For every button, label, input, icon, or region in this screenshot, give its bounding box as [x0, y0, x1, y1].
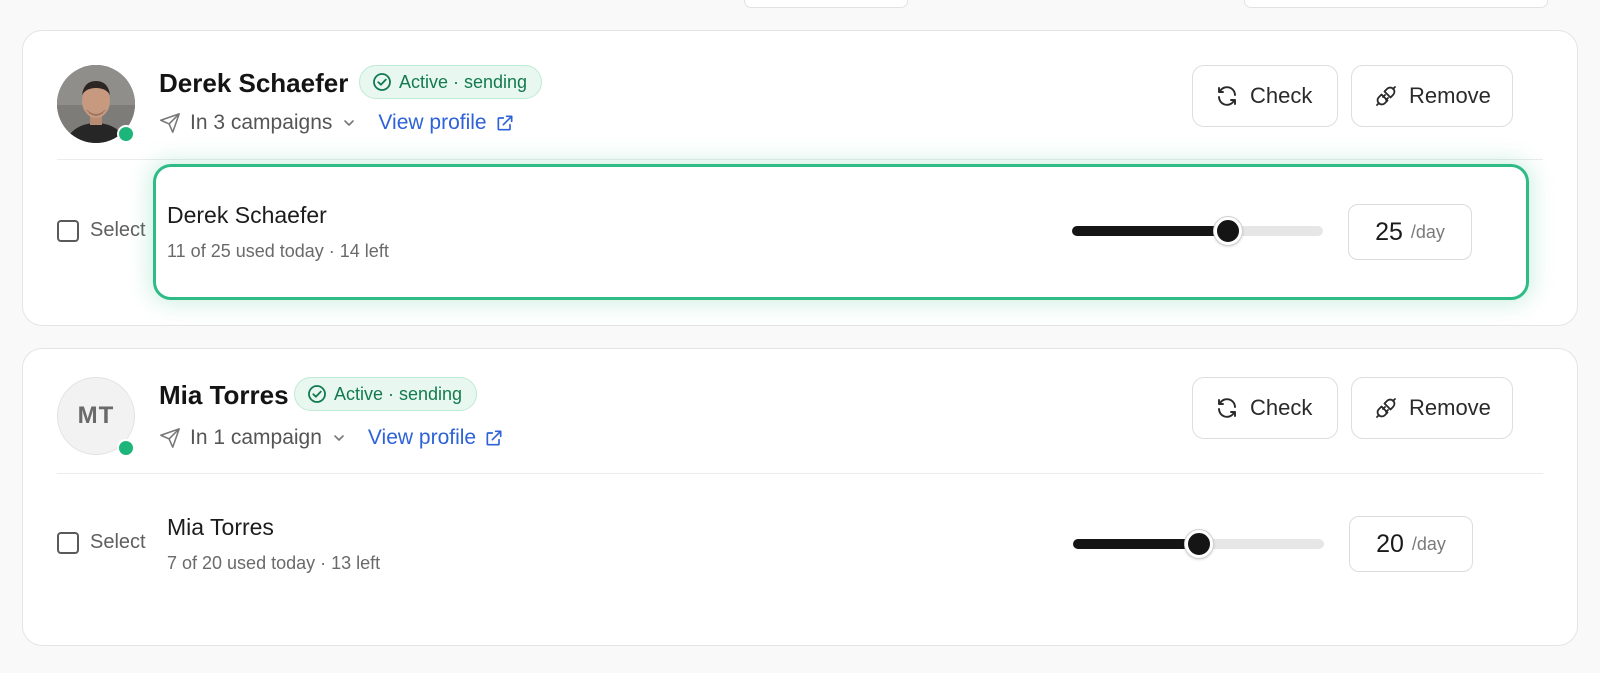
view-profile-link[interactable]: View profile — [368, 426, 504, 450]
check-button-label: Check — [1250, 83, 1313, 108]
account-name: Derek Schaefer — [159, 68, 349, 98]
daily-limit-slider[interactable] — [1073, 530, 1324, 558]
unplug-icon — [1376, 86, 1396, 106]
sender-name: Mia Torres — [167, 514, 274, 540]
daily-limit-slider[interactable] — [1072, 217, 1323, 245]
slider-thumb[interactable] — [1213, 217, 1242, 245]
chevron-down-icon[interactable] — [332, 431, 346, 445]
unplug-icon — [1376, 398, 1396, 418]
divider — [57, 159, 1543, 160]
select-checkbox-row[interactable]: Select — [57, 219, 146, 242]
status-badge: Active · sending — [359, 65, 543, 99]
remove-button-label: Remove — [1409, 395, 1491, 420]
check-badge-icon — [308, 385, 326, 403]
usage-summary: 7 of 20 used today · 13 left — [167, 553, 381, 573]
remove-button[interactable]: Remove — [1351, 377, 1513, 439]
select-label: Select — [90, 531, 146, 553]
top-partial-control-left — [744, 0, 908, 8]
external-link-icon — [486, 430, 502, 446]
slider-fill — [1072, 226, 1228, 236]
account-card-mia: MT Mia Torres Active · sending In 1 camp… — [22, 348, 1578, 646]
send-icon — [160, 113, 180, 133]
check-button[interactable]: Check — [1192, 65, 1338, 127]
select-label: Select — [90, 219, 146, 241]
daily-limit-input[interactable]: 25 /day — [1348, 204, 1472, 260]
refresh-icon — [1218, 398, 1236, 418]
account-name: Mia Torres — [159, 380, 289, 410]
daily-limit-value: 20 — [1376, 529, 1404, 558]
daily-limit-input[interactable]: 20 /day — [1349, 516, 1473, 572]
status-badge-label: Active · sending — [399, 71, 528, 92]
campaign-meta: In 1 campaign View profile — [159, 426, 504, 450]
online-status-dot — [117, 439, 135, 457]
sender-row-highlighted: Derek Schaefer 11 of 25 used today · 14 … — [153, 164, 1529, 300]
view-profile-label: View profile — [367, 426, 477, 449]
select-checkbox[interactable] — [57, 531, 79, 554]
slider-fill — [1073, 539, 1199, 549]
campaign-meta: In 3 campaigns View profile — [159, 111, 515, 135]
status-badge: Active · sending — [294, 377, 478, 411]
chevron-down-icon[interactable] — [342, 116, 356, 130]
view-profile-link[interactable]: View profile — [378, 111, 514, 135]
daily-limit-value: 25 — [1375, 217, 1403, 246]
view-profile-label: View profile — [378, 111, 487, 134]
divider — [57, 473, 1543, 474]
check-badge-icon — [373, 73, 391, 91]
top-partial-control-right — [1244, 0, 1548, 8]
daily-limit-unit: /day — [1411, 533, 1446, 554]
remove-button-label: Remove — [1409, 83, 1491, 108]
send-icon — [160, 428, 180, 448]
remove-button[interactable]: Remove — [1351, 65, 1513, 127]
usage-summary: 11 of 25 used today · 14 left — [167, 241, 389, 261]
online-status-dot — [117, 125, 135, 143]
check-button-label: Check — [1250, 395, 1313, 420]
campaigns-dropdown[interactable]: In 1 campaign — [190, 426, 322, 450]
sender-name: Derek Schaefer — [167, 202, 327, 228]
check-button[interactable]: Check — [1192, 377, 1338, 439]
daily-limit-unit: /day — [1410, 221, 1445, 242]
status-badge-label: Active · sending — [334, 383, 463, 404]
select-checkbox[interactable] — [57, 219, 79, 242]
avatar-initials: MT — [77, 402, 115, 429]
slider-thumb[interactable] — [1184, 530, 1213, 558]
select-checkbox-row[interactable]: Select — [57, 531, 146, 554]
refresh-icon — [1218, 86, 1236, 106]
external-link-icon — [497, 115, 513, 131]
campaigns-dropdown[interactable]: In 3 campaigns — [190, 111, 332, 135]
